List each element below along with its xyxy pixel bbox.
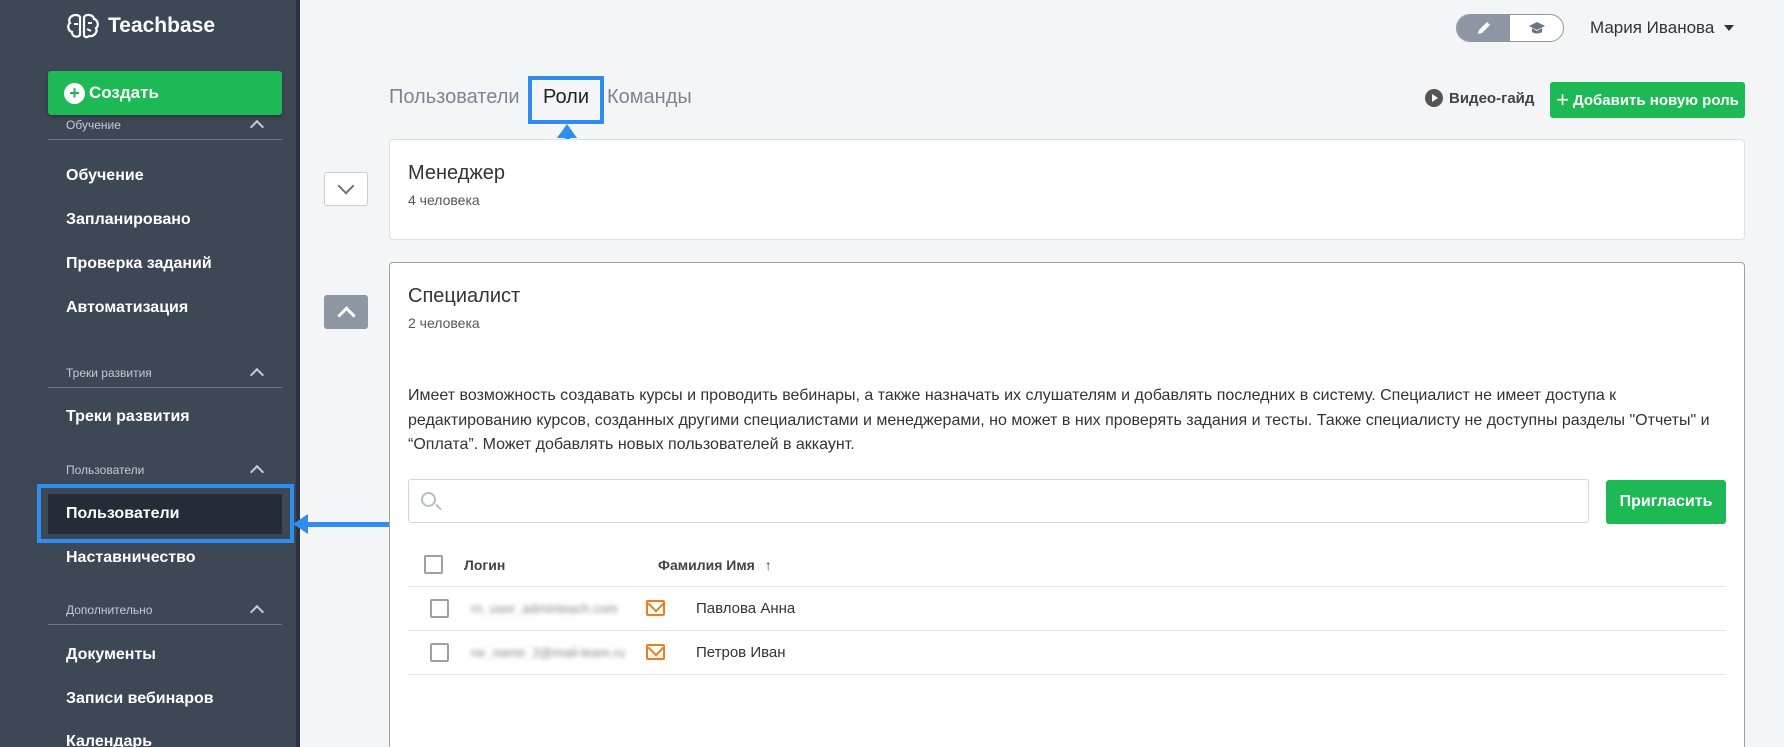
invite-button[interactable]: Пригласить bbox=[1606, 480, 1726, 524]
sidebar-item-tracks[interactable]: Треки развития bbox=[48, 397, 282, 437]
sort-ascending-icon: ↑ bbox=[764, 557, 772, 573]
learner-mode-button[interactable] bbox=[1510, 15, 1563, 41]
play-icon bbox=[1425, 89, 1443, 107]
table-row: rn_user_adminteach.com Павлова Анна bbox=[408, 587, 1726, 631]
fullname-cell[interactable]: Петров Иван bbox=[696, 644, 786, 661]
sidebar-section-title: Обучение bbox=[66, 118, 121, 132]
sidebar-section-title: Треки развития bbox=[66, 366, 152, 380]
user-menu[interactable]: Мария Иванова bbox=[1590, 18, 1735, 38]
role-card-specialist: Специалист 2 человека Имеет возможность … bbox=[389, 262, 1745, 747]
mode-toggle[interactable] bbox=[1456, 14, 1564, 42]
sidebar-item-label: Треки развития bbox=[66, 408, 190, 425]
sidebar-section-title: Дополнительно bbox=[66, 603, 153, 617]
brain-logo-icon bbox=[67, 13, 99, 39]
chevron-down-icon bbox=[337, 177, 355, 195]
sidebar-item-label: Наставничество bbox=[66, 549, 196, 566]
sidebar-item-webinar-records[interactable]: Записи вебинаров bbox=[48, 679, 282, 719]
role-member-count: 2 человека bbox=[408, 315, 480, 331]
plus-icon: + bbox=[1556, 87, 1569, 112]
fullname-cell[interactable]: Павлова Анна bbox=[696, 600, 795, 617]
users-table-header: Логин Фамилия Имя ↑ bbox=[408, 543, 1726, 587]
column-fullname[interactable]: Фамилия Имя ↑ bbox=[658, 557, 772, 573]
sidebar-item-label: Записи вебинаров bbox=[66, 690, 214, 707]
create-button[interactable]: + Создать bbox=[48, 71, 282, 115]
chevron-up-icon bbox=[249, 604, 265, 620]
add-role-label: Добавить новую роль bbox=[1572, 91, 1739, 109]
user-search-field[interactable] bbox=[408, 479, 1589, 523]
sidebar-item-label: Обучение bbox=[66, 167, 144, 184]
chevron-up-icon bbox=[249, 119, 265, 135]
plus-circle-icon: + bbox=[64, 82, 85, 104]
sidebar: Teachbase + Создать Обучение Обучение За… bbox=[0, 0, 300, 747]
sidebar-section-learning[interactable]: Обучение bbox=[48, 118, 282, 140]
caret-down-icon bbox=[1724, 25, 1735, 31]
user-name: Мария Иванова bbox=[1590, 18, 1715, 37]
mail-icon[interactable] bbox=[646, 644, 665, 660]
edit-mode-button[interactable] bbox=[1457, 15, 1510, 41]
highlight-frame-roles bbox=[528, 76, 604, 124]
sidebar-item-label: Запланировано bbox=[66, 211, 191, 228]
chevron-up-icon bbox=[336, 306, 356, 325]
sidebar-section-tracks[interactable]: Треки развития bbox=[48, 366, 282, 388]
sidebar-item-calendar[interactable]: Календарь bbox=[48, 722, 282, 747]
video-guide-link[interactable]: Видео-гайд bbox=[1425, 89, 1534, 107]
login-cell: ne_name_2@mail-team.ru bbox=[471, 645, 626, 659]
tab-users[interactable]: Пользователи bbox=[389, 86, 520, 109]
sidebar-item-task-review[interactable]: Проверка заданий bbox=[48, 244, 282, 284]
column-fullname-label: Фамилия Имя bbox=[658, 557, 755, 573]
sidebar-section-extra[interactable]: Дополнительно bbox=[48, 603, 282, 625]
collapse-role-button[interactable] bbox=[324, 295, 368, 329]
sidebar-item-mentoring[interactable]: Наставничество bbox=[48, 538, 282, 578]
role-title: Менеджер bbox=[408, 162, 506, 184]
search-icon bbox=[421, 492, 436, 507]
sidebar-section-users[interactable]: Пользователи bbox=[48, 463, 282, 485]
app-logo[interactable]: Teachbase bbox=[66, 12, 215, 40]
sidebar-section-title: Пользователи bbox=[66, 463, 145, 477]
table-row: ne_name_2@mail-team.ru Петров Иван bbox=[408, 631, 1726, 675]
sidebar-item-label: Автоматизация bbox=[66, 299, 189, 316]
sidebar-item-scheduled[interactable]: Запланировано bbox=[48, 200, 282, 240]
login-cell: rn_user_adminteach.com bbox=[471, 601, 618, 615]
sidebar-item-learning[interactable]: Обучение bbox=[48, 156, 282, 196]
pencil-icon bbox=[1477, 22, 1490, 34]
expand-role-button[interactable] bbox=[324, 172, 368, 206]
sidebar-item-label: Календарь bbox=[66, 733, 153, 747]
role-description: Имеет возможность создавать курсы и пров… bbox=[408, 387, 1710, 453]
role-member-count: 4 человека bbox=[408, 192, 480, 208]
chevron-up-icon bbox=[249, 367, 265, 383]
highlight-frame-users bbox=[37, 484, 294, 543]
select-all-checkbox[interactable] bbox=[424, 555, 443, 574]
role-card-manager[interactable]: Менеджер 4 человека bbox=[389, 139, 1745, 240]
row-checkbox[interactable] bbox=[430, 643, 449, 662]
app-name: Teachbase bbox=[108, 14, 215, 37]
graduation-cap-icon bbox=[1528, 22, 1545, 34]
sidebar-item-automation[interactable]: Автоматизация bbox=[48, 288, 282, 328]
mail-icon[interactable] bbox=[646, 600, 665, 616]
role-title: Специалист bbox=[408, 285, 521, 307]
tab-teams[interactable]: Команды bbox=[607, 86, 692, 109]
sidebar-item-label: Проверка заданий bbox=[66, 255, 212, 272]
create-button-label: Создать bbox=[89, 83, 159, 102]
sidebar-item-documents[interactable]: Документы bbox=[48, 635, 282, 675]
chevron-up-icon bbox=[249, 464, 265, 480]
sidebar-item-label: Документы bbox=[66, 646, 156, 663]
column-login[interactable]: Логин bbox=[464, 557, 505, 573]
video-guide-label: Видео-гайд bbox=[1449, 89, 1535, 107]
row-checkbox[interactable] bbox=[430, 599, 449, 618]
add-role-button[interactable]: + Добавить новую роль bbox=[1550, 82, 1745, 118]
